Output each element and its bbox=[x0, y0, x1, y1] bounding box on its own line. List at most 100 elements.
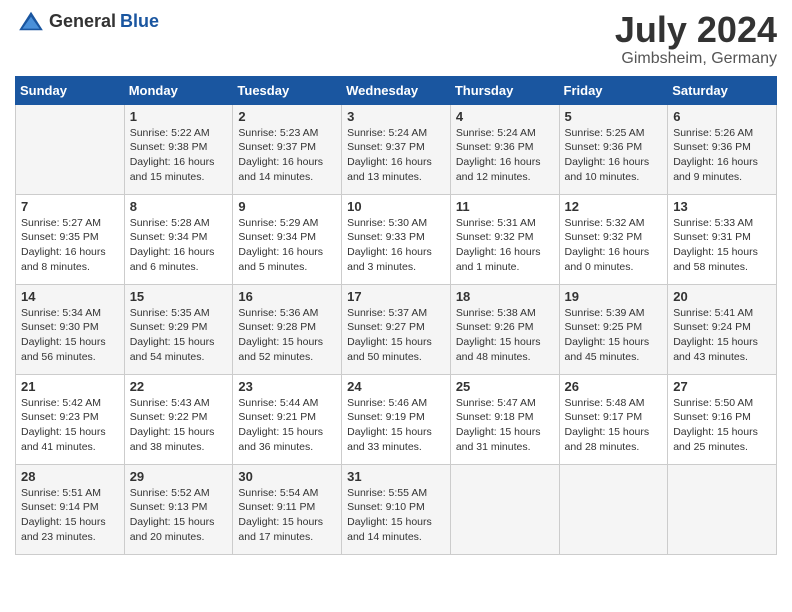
day-info: Sunrise: 5:52 AM Sunset: 9:13 PM Dayligh… bbox=[130, 486, 228, 545]
calendar-week-row: 21 Sunrise: 5:42 AM Sunset: 9:23 PM Dayli… bbox=[16, 374, 777, 464]
calendar-cell: 23 Sunrise: 5:44 AM Sunset: 9:21 PM Dayli… bbox=[233, 374, 342, 464]
calendar-cell: 29 Sunrise: 5:52 AM Sunset: 9:13 PM Dayli… bbox=[124, 464, 233, 554]
calendar-container: GeneralBlue July 2024 Gimbsheim, Germany… bbox=[0, 0, 792, 565]
day-info: Sunrise: 5:36 AM Sunset: 9:28 PM Dayligh… bbox=[238, 306, 336, 365]
day-info: Sunrise: 5:44 AM Sunset: 9:21 PM Dayligh… bbox=[238, 396, 336, 455]
day-number: 13 bbox=[673, 199, 771, 214]
logo-blue: Blue bbox=[120, 11, 159, 32]
day-info: Sunrise: 5:42 AM Sunset: 9:23 PM Dayligh… bbox=[21, 396, 119, 455]
header-area: GeneralBlue July 2024 Gimbsheim, Germany bbox=[15, 10, 777, 68]
day-number: 15 bbox=[130, 289, 228, 304]
day-info: Sunrise: 5:51 AM Sunset: 9:14 PM Dayligh… bbox=[21, 486, 119, 545]
day-info: Sunrise: 5:34 AM Sunset: 9:30 PM Dayligh… bbox=[21, 306, 119, 365]
calendar-week-row: 1Sunrise: 5:22 AM Sunset: 9:38 PM Daylig… bbox=[16, 104, 777, 194]
calendar-cell: 22Sunrise: 5:43 AM Sunset: 9:22 PM Dayli… bbox=[124, 374, 233, 464]
month-title: July 2024 bbox=[615, 10, 777, 50]
day-info: Sunrise: 5:29 AM Sunset: 9:34 PM Dayligh… bbox=[238, 216, 336, 275]
day-number: 14 bbox=[21, 289, 119, 304]
day-number: 3 bbox=[347, 109, 445, 124]
day-info: Sunrise: 5:33 AM Sunset: 9:31 PM Dayligh… bbox=[673, 216, 771, 275]
day-number: 30 bbox=[238, 469, 336, 484]
calendar-cell: 8 Sunrise: 5:28 AM Sunset: 9:34 PM Daylig… bbox=[124, 194, 233, 284]
calendar-cell: 15 Sunrise: 5:35 AM Sunset: 9:29 PM Dayli… bbox=[124, 284, 233, 374]
day-info: Sunrise: 5:46 AM Sunset: 9:19 PM Dayligh… bbox=[347, 396, 445, 455]
day-number: 23 bbox=[238, 379, 336, 394]
day-info: Sunrise: 5:24 AM Sunset: 9:37 PM Dayligh… bbox=[347, 126, 445, 185]
day-number: 4 bbox=[456, 109, 554, 124]
day-number: 7 bbox=[21, 199, 119, 214]
day-number: 24 bbox=[347, 379, 445, 394]
day-number: 9 bbox=[238, 199, 336, 214]
calendar-week-row: 28Sunrise: 5:51 AM Sunset: 9:14 PM Dayli… bbox=[16, 464, 777, 554]
logo-icon bbox=[17, 10, 45, 32]
calendar-header-thursday: Thursday bbox=[450, 76, 559, 104]
day-number: 16 bbox=[238, 289, 336, 304]
calendar-cell: 26Sunrise: 5:48 AM Sunset: 9:17 PM Dayli… bbox=[559, 374, 668, 464]
calendar-week-row: 7Sunrise: 5:27 AM Sunset: 9:35 PM Daylig… bbox=[16, 194, 777, 284]
calendar-cell: 13 Sunrise: 5:33 AM Sunset: 9:31 PM Dayli… bbox=[668, 194, 777, 284]
calendar-cell: 6 Sunrise: 5:26 AM Sunset: 9:36 PM Daylig… bbox=[668, 104, 777, 194]
day-info: Sunrise: 5:23 AM Sunset: 9:37 PM Dayligh… bbox=[238, 126, 336, 185]
calendar-cell: 25 Sunrise: 5:47 AM Sunset: 9:18 PM Dayli… bbox=[450, 374, 559, 464]
day-info: Sunrise: 5:39 AM Sunset: 9:25 PM Dayligh… bbox=[565, 306, 663, 365]
calendar-cell: 7Sunrise: 5:27 AM Sunset: 9:35 PM Daylig… bbox=[16, 194, 125, 284]
logo-general: General bbox=[49, 11, 116, 32]
calendar-cell bbox=[559, 464, 668, 554]
day-number: 21 bbox=[21, 379, 119, 394]
day-info: Sunrise: 5:41 AM Sunset: 9:24 PM Dayligh… bbox=[673, 306, 771, 365]
day-info: Sunrise: 5:31 AM Sunset: 9:32 PM Dayligh… bbox=[456, 216, 554, 275]
day-number: 2 bbox=[238, 109, 336, 124]
calendar-header-wednesday: Wednesday bbox=[342, 76, 451, 104]
day-info: Sunrise: 5:22 AM Sunset: 9:38 PM Dayligh… bbox=[130, 126, 228, 185]
day-number: 17 bbox=[347, 289, 445, 304]
day-number: 8 bbox=[130, 199, 228, 214]
calendar-week-row: 14 Sunrise: 5:34 AM Sunset: 9:30 PM Dayli… bbox=[16, 284, 777, 374]
calendar-cell: 20 Sunrise: 5:41 AM Sunset: 9:24 PM Dayli… bbox=[668, 284, 777, 374]
day-number: 20 bbox=[673, 289, 771, 304]
day-number: 12 bbox=[565, 199, 663, 214]
day-info: Sunrise: 5:54 AM Sunset: 9:11 PM Dayligh… bbox=[238, 486, 336, 545]
calendar-cell: 18Sunrise: 5:38 AM Sunset: 9:26 PM Dayli… bbox=[450, 284, 559, 374]
day-number: 22 bbox=[130, 379, 228, 394]
day-number: 10 bbox=[347, 199, 445, 214]
calendar-cell: 1Sunrise: 5:22 AM Sunset: 9:38 PM Daylig… bbox=[124, 104, 233, 194]
day-number: 5 bbox=[565, 109, 663, 124]
day-info: Sunrise: 5:32 AM Sunset: 9:32 PM Dayligh… bbox=[565, 216, 663, 275]
day-number: 25 bbox=[456, 379, 554, 394]
day-info: Sunrise: 5:30 AM Sunset: 9:33 PM Dayligh… bbox=[347, 216, 445, 275]
calendar-cell: 16 Sunrise: 5:36 AM Sunset: 9:28 PM Dayli… bbox=[233, 284, 342, 374]
calendar-cell bbox=[450, 464, 559, 554]
calendar-cell: 21 Sunrise: 5:42 AM Sunset: 9:23 PM Dayli… bbox=[16, 374, 125, 464]
day-info: Sunrise: 5:28 AM Sunset: 9:34 PM Dayligh… bbox=[130, 216, 228, 275]
day-number: 6 bbox=[673, 109, 771, 124]
day-info: Sunrise: 5:26 AM Sunset: 9:36 PM Dayligh… bbox=[673, 126, 771, 185]
calendar-cell: 10 Sunrise: 5:30 AM Sunset: 9:33 PM Dayli… bbox=[342, 194, 451, 284]
day-info: Sunrise: 5:35 AM Sunset: 9:29 PM Dayligh… bbox=[130, 306, 228, 365]
logo: GeneralBlue bbox=[15, 10, 159, 32]
calendar-header-row: SundayMondayTuesdayWednesdayThursdayFrid… bbox=[16, 76, 777, 104]
calendar-cell: 3 Sunrise: 5:24 AM Sunset: 9:37 PM Daylig… bbox=[342, 104, 451, 194]
day-info: Sunrise: 5:25 AM Sunset: 9:36 PM Dayligh… bbox=[565, 126, 663, 185]
calendar-cell: 12 Sunrise: 5:32 AM Sunset: 9:32 PM Dayli… bbox=[559, 194, 668, 284]
calendar-header-sunday: Sunday bbox=[16, 76, 125, 104]
calendar-header-tuesday: Tuesday bbox=[233, 76, 342, 104]
calendar-cell: 14 Sunrise: 5:34 AM Sunset: 9:30 PM Dayli… bbox=[16, 284, 125, 374]
day-number: 31 bbox=[347, 469, 445, 484]
calendar-header-monday: Monday bbox=[124, 76, 233, 104]
day-number: 11 bbox=[456, 199, 554, 214]
day-info: Sunrise: 5:48 AM Sunset: 9:17 PM Dayligh… bbox=[565, 396, 663, 455]
day-info: Sunrise: 5:37 AM Sunset: 9:27 PM Dayligh… bbox=[347, 306, 445, 365]
calendar-cell bbox=[668, 464, 777, 554]
calendar-cell bbox=[16, 104, 125, 194]
day-number: 29 bbox=[130, 469, 228, 484]
calendar-cell: 11 Sunrise: 5:31 AM Sunset: 9:32 PM Dayli… bbox=[450, 194, 559, 284]
calendar-cell: 19Sunrise: 5:39 AM Sunset: 9:25 PM Dayli… bbox=[559, 284, 668, 374]
calendar-table: SundayMondayTuesdayWednesdayThursdayFrid… bbox=[15, 76, 777, 555]
day-info: Sunrise: 5:47 AM Sunset: 9:18 PM Dayligh… bbox=[456, 396, 554, 455]
calendar-cell: 9 Sunrise: 5:29 AM Sunset: 9:34 PM Daylig… bbox=[233, 194, 342, 284]
calendar-header-friday: Friday bbox=[559, 76, 668, 104]
calendar-cell: 28Sunrise: 5:51 AM Sunset: 9:14 PM Dayli… bbox=[16, 464, 125, 554]
calendar-cell: 4Sunrise: 5:24 AM Sunset: 9:36 PM Daylig… bbox=[450, 104, 559, 194]
calendar-header-saturday: Saturday bbox=[668, 76, 777, 104]
calendar-cell: 27Sunrise: 5:50 AM Sunset: 9:16 PM Dayli… bbox=[668, 374, 777, 464]
